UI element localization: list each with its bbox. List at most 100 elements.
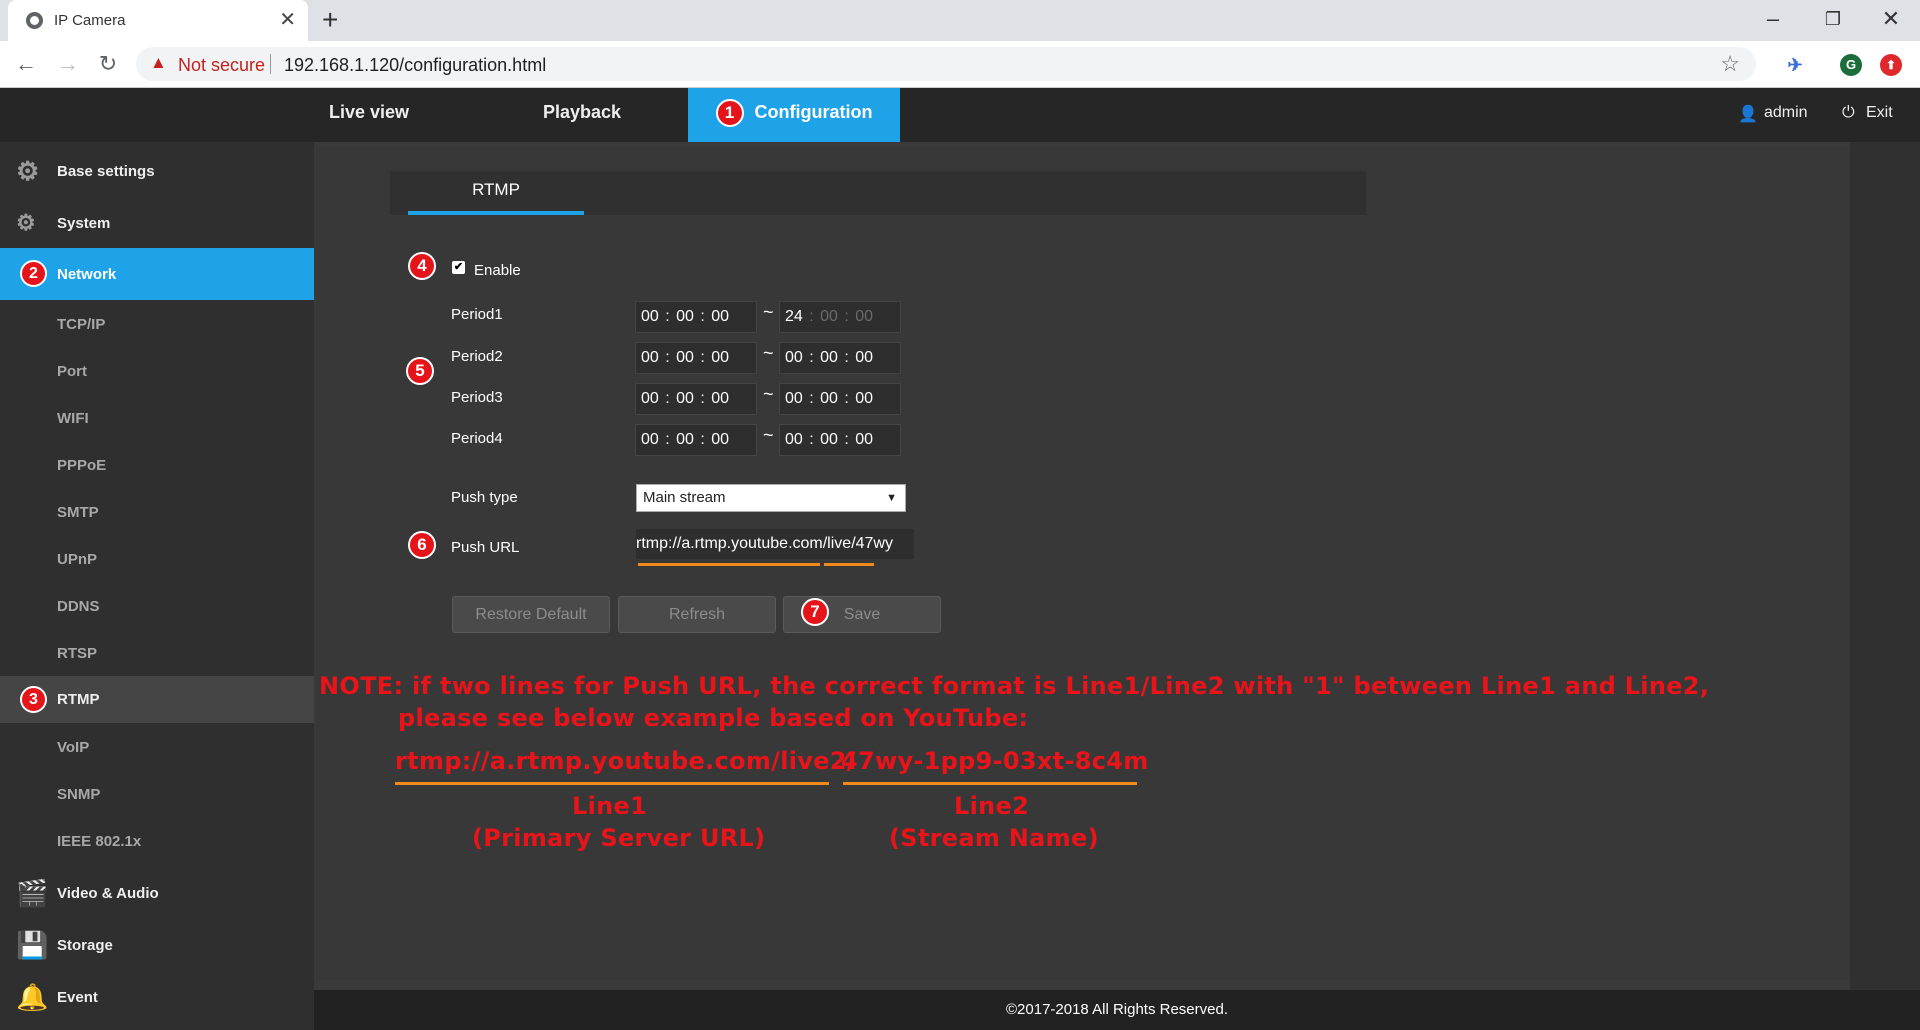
window-close-icon[interactable]: ✕ xyxy=(1876,4,1906,34)
sidebar-subitem-rtmp[interactable]: 3 RTMP xyxy=(0,676,314,723)
period2-label: Period2 xyxy=(451,348,503,365)
bell-icon: 🔔 xyxy=(16,982,49,1012)
film-icon: 🎬 xyxy=(16,878,49,908)
url-underline-line1 xyxy=(638,563,820,566)
sidebar-item-label: System xyxy=(57,215,111,232)
sidebar-item-video-audio[interactable]: 🎬 Video & Audio xyxy=(0,870,314,917)
period4-label: Period4 xyxy=(451,430,503,447)
note-line2-desc: (Stream Name) xyxy=(889,824,1099,852)
note-line2-label: Line2 xyxy=(954,792,1030,820)
sidebar-subitem-pppoe[interactable]: PPPoE xyxy=(57,457,106,474)
period-separator: ~ xyxy=(763,343,774,363)
note-line2: please see below example based on YouTub… xyxy=(398,704,1029,732)
sidebar-item-label: Video & Audio xyxy=(57,885,159,902)
sidebar-item-network[interactable]: 2 Network xyxy=(0,248,314,300)
note-example-part1: rtmp://a.rtmp.youtube.com/live2/ xyxy=(395,747,856,775)
period1-end-input[interactable]: 24 : 00 : 00 xyxy=(779,301,901,333)
period4-start-input[interactable]: 00 : 00 : 00 xyxy=(635,424,757,456)
gear-icon: ⚙ xyxy=(16,156,40,186)
minimize-icon[interactable]: – xyxy=(1758,4,1788,34)
url-underline-line2 xyxy=(824,563,874,566)
example-underline-line1 xyxy=(395,782,829,785)
annotation-badge: 4 xyxy=(408,252,436,280)
sidebar-item-label: Network xyxy=(57,266,117,283)
nav-configuration[interactable]: 1 Configuration xyxy=(688,88,900,142)
period2-start-input[interactable]: 00 : 00 : 00 xyxy=(635,342,757,374)
restore-default-button[interactable]: Restore Default xyxy=(452,596,610,633)
tab-rtmp[interactable]: RTMP xyxy=(408,171,584,215)
sidebar-subitem-rtsp[interactable]: RTSP xyxy=(57,645,97,662)
extension-upload-icon[interactable]: ⬆ xyxy=(1880,54,1902,76)
restore-icon[interactable]: ❐ xyxy=(1818,4,1848,34)
browser-tab[interactable]: IP Camera ✕ xyxy=(8,0,308,41)
period1-end-hour: 24 xyxy=(785,308,803,325)
profile-avatar[interactable]: G xyxy=(1840,54,1862,76)
tab-close-icon[interactable]: ✕ xyxy=(279,8,296,32)
new-tab-button[interactable]: + xyxy=(322,5,338,35)
sidebar-subitem-tcpip[interactable]: TCP/IP xyxy=(57,316,105,333)
note-line1: NOTE: if two lines for Push URL, the cor… xyxy=(319,672,1710,700)
sidebar-subitem-upnp[interactable]: UPnP xyxy=(57,551,97,568)
sidebar-item-label: Storage xyxy=(57,937,113,954)
period3-end-input[interactable]: 00 : 00 : 00 xyxy=(779,383,901,415)
main-panel: RTMP 4 ✔ Enable 5 Period1 00 : 00 : 00 ~… xyxy=(316,147,1850,980)
extension-bird-icon[interactable]: ✈ xyxy=(1784,54,1806,76)
sidebar-item-base-settings[interactable]: ⚙ Base settings xyxy=(0,148,314,195)
sidebar-item-event[interactable]: 🔔 Event xyxy=(0,974,314,1021)
tab-title: IP Camera xyxy=(54,12,126,29)
forward-icon[interactable]: → xyxy=(54,51,82,77)
sidebar-subitem-smtp[interactable]: SMTP xyxy=(57,504,99,521)
example-underline-line2 xyxy=(843,782,1137,785)
url-text[interactable]: 192.168.1.120/configuration.html xyxy=(284,55,546,76)
sidebar-subitem-port[interactable]: Port xyxy=(57,363,87,380)
period1-end-rest: : 00 : 00 xyxy=(802,308,874,325)
bookmark-star-icon[interactable]: ☆ xyxy=(1720,51,1740,77)
username[interactable]: admin xyxy=(1764,104,1808,122)
disk-icon: 💾 xyxy=(16,930,49,960)
nav-configuration-label: Configuration xyxy=(754,102,873,122)
sidebar-subitem-voip[interactable]: VoIP xyxy=(57,739,89,756)
period3-label: Period3 xyxy=(451,389,503,406)
gears-icon: ⚙ xyxy=(16,210,36,235)
annotation-badge: 7 xyxy=(801,598,829,626)
url-bar[interactable]: ▲ Not secure 192.168.1.120/configuration… xyxy=(136,47,1756,81)
push-url-input[interactable]: rtmp://a.rtmp.youtube.com/live/47wy xyxy=(636,529,914,559)
period3-start-input[interactable]: 00 : 00 : 00 xyxy=(635,383,757,415)
push-type-select[interactable]: Main stream ▼ xyxy=(636,484,906,512)
annotation-badge: 6 xyxy=(408,531,436,559)
push-type-value: Main stream xyxy=(643,489,726,506)
reload-icon[interactable]: ↻ xyxy=(94,51,122,77)
nav-live-view[interactable]: Live view xyxy=(312,88,426,142)
note-line1-desc: (Primary Server URL) xyxy=(472,824,766,852)
enable-checkbox[interactable]: ✔ xyxy=(452,261,465,274)
footer: ©2017-2018 All Rights Reserved. xyxy=(314,990,1920,1030)
user-icon: 👤 xyxy=(1738,106,1758,123)
sidebar: ⚙ Base settings ⚙ System 2 Network TCP/I… xyxy=(0,142,314,1030)
annotation-badge: 2 xyxy=(20,260,47,287)
url-separator xyxy=(270,54,271,74)
back-icon[interactable]: ← xyxy=(12,51,40,77)
power-icon[interactable]: ⏻ xyxy=(1842,104,1855,122)
period4-end-input[interactable]: 00 : 00 : 00 xyxy=(779,424,901,456)
warning-icon: ▲ xyxy=(150,53,167,72)
period2-end-input[interactable]: 00 : 00 : 00 xyxy=(779,342,901,374)
not-secure-label[interactable]: Not secure xyxy=(178,55,265,76)
browser-tab-bar: IP Camera ✕ + – ❐ ✕ xyxy=(0,0,1920,41)
sidebar-item-system[interactable]: ⚙ System xyxy=(0,200,314,247)
refresh-button[interactable]: Refresh xyxy=(618,596,776,633)
exit-link[interactable]: Exit xyxy=(1866,104,1893,122)
sidebar-subitem-ddns[interactable]: DDNS xyxy=(57,598,100,615)
period1-start-input[interactable]: 00 : 00 : 00 xyxy=(635,301,757,333)
annotation-badge: 1 xyxy=(715,99,744,128)
sidebar-subitem-snmp[interactable]: SNMP xyxy=(57,786,100,803)
browser-address-bar: ← → ↻ ▲ Not secure 192.168.1.120/configu… xyxy=(0,41,1920,88)
sidebar-item-storage[interactable]: 💾 Storage xyxy=(0,922,314,969)
push-type-label: Push type xyxy=(451,489,518,506)
sidebar-subitem-wifi[interactable]: WIFI xyxy=(57,410,89,427)
annotation-badge: 3 xyxy=(20,686,47,713)
nav-playback[interactable]: Playback xyxy=(530,88,634,142)
tab-strip: RTMP xyxy=(390,171,1366,215)
dropdown-arrow-icon: ▼ xyxy=(886,492,897,504)
sidebar-subitem-ieee8021x[interactable]: IEEE 802.1x xyxy=(57,833,141,850)
enable-label: Enable xyxy=(474,262,521,279)
